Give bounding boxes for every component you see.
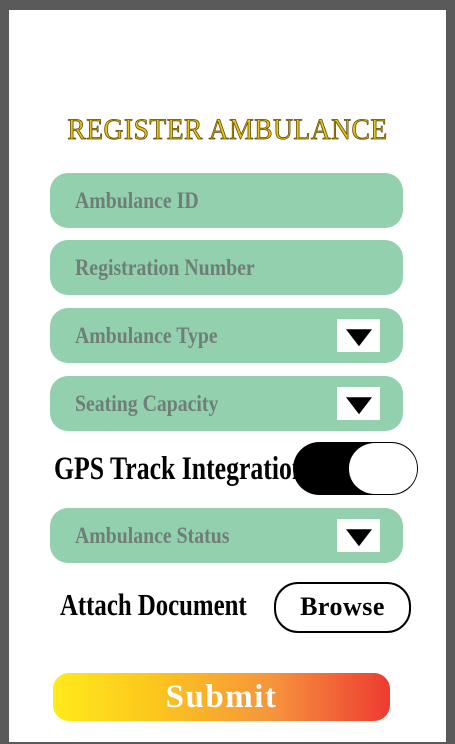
register-ambulance-form: REGISTER AMBULANCE Ambulance ID Registra… [9, 10, 446, 742]
page-title: REGISTER AMBULANCE [67, 113, 388, 147]
ambulance-type-dropdown-button[interactable] [337, 319, 380, 352]
ambulance-status-placeholder: Ambulance Status [75, 522, 230, 548]
ambulance-type-placeholder: Ambulance Type [75, 322, 218, 348]
seating-capacity-placeholder: Seating Capacity [75, 390, 219, 416]
caret-down-icon [345, 328, 372, 346]
gps-track-label: GPS Track Integration [54, 451, 307, 487]
toggle-knob [349, 443, 417, 494]
ambulance-type-select[interactable]: Ambulance Type [50, 308, 403, 363]
ambulance-id-placeholder: Ambulance ID [75, 187, 199, 213]
registration-number-placeholder: Registration Number [75, 254, 255, 280]
ambulance-status-dropdown-button[interactable] [337, 519, 380, 552]
seating-capacity-dropdown-button[interactable] [337, 387, 380, 420]
ambulance-status-select[interactable]: Ambulance Status [50, 508, 403, 563]
browse-button[interactable]: Browse [274, 582, 411, 633]
gps-track-toggle[interactable] [293, 442, 418, 495]
ambulance-id-input[interactable]: Ambulance ID [50, 173, 403, 228]
caret-down-icon [345, 528, 372, 546]
caret-down-icon [345, 396, 372, 414]
attach-document-label: Attach Document [60, 587, 247, 622]
submit-button[interactable]: Submit [53, 673, 390, 721]
seating-capacity-select[interactable]: Seating Capacity [50, 376, 403, 431]
registration-number-input[interactable]: Registration Number [50, 240, 403, 295]
